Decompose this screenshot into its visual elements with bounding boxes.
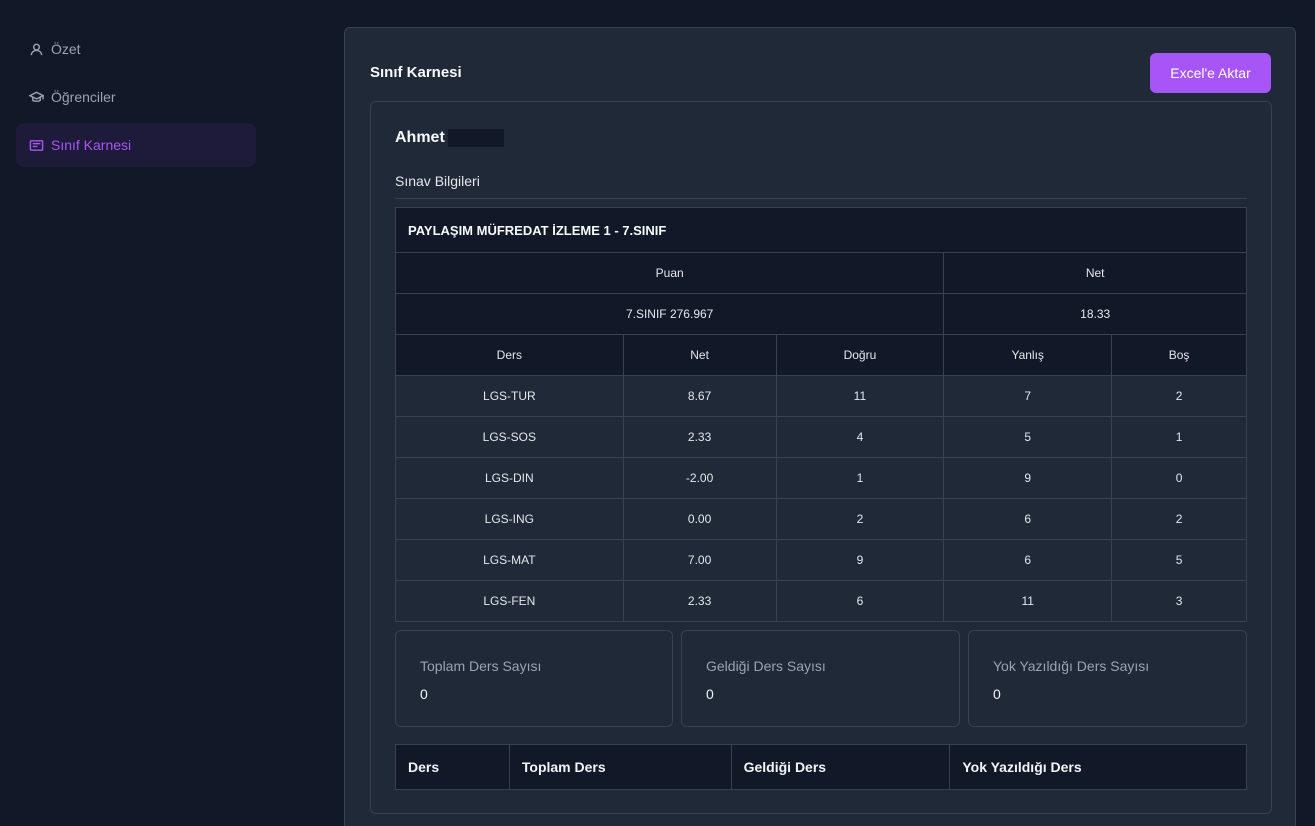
- stat-label: Geldiği Ders Sayısı: [706, 658, 826, 674]
- table-cell: 8.67: [622, 375, 777, 417]
- table-cell: 9: [943, 457, 1113, 499]
- table-cell: LGS-FEN: [395, 580, 624, 622]
- table-row: LGS-TUR 8.67 11 7 2: [395, 375, 1247, 417]
- stat-value: 0: [420, 686, 428, 702]
- table-cell: LGS-SOS: [395, 416, 624, 458]
- table-cell: 7: [943, 375, 1113, 417]
- table-cell: 6: [943, 539, 1113, 581]
- attendance-table: Ders Toplam Ders Geldiği Ders Yok Yazıld…: [395, 744, 1247, 790]
- stat-total-lessons: Toplam Ders Sayısı 0: [395, 630, 673, 727]
- table-cell: 2: [1111, 375, 1247, 417]
- student-name: Ahmet: [395, 129, 445, 146]
- table-cell: 11: [775, 375, 945, 417]
- user-icon: [28, 41, 44, 57]
- sidebar-item-label: Sınıf Karnesi: [51, 137, 132, 153]
- column-header-geldigi-ders: Geldiği Ders: [730, 744, 951, 790]
- sidebar: Özet Öğrenciler Sınıf Karnesi: [0, 0, 272, 826]
- exam-table: PAYLAŞIM MÜFREDAT İZLEME 1 - 7.SINIF Pua…: [394, 207, 1247, 622]
- table-row: LGS-FEN 2.33 6 11 3: [395, 580, 1247, 622]
- column-header-bos: Boş: [1111, 334, 1247, 376]
- table-cell: 4: [775, 416, 945, 458]
- column-header-yok-yazildigi-ders: Yok Yazıldığı Ders: [949, 744, 1247, 790]
- sidebar-item-ogrenciler[interactable]: Öğrenciler: [16, 75, 256, 119]
- net-value: 18.33: [943, 293, 1247, 335]
- column-header-ders: Ders: [395, 334, 624, 376]
- table-row: LGS-DIN -2.00 1 9 0: [395, 457, 1247, 499]
- column-header-toplam-ders: Toplam Ders: [508, 744, 732, 790]
- table-cell: -2.00: [622, 457, 777, 499]
- table-cell: 5: [1111, 539, 1247, 581]
- table-cell: 1: [775, 457, 945, 499]
- table-cell: LGS-DIN: [395, 457, 624, 499]
- table-cell: 5: [943, 416, 1113, 458]
- column-header-ders: Ders: [395, 744, 510, 790]
- stat-absent-lessons: Yok Yazıldığı Ders Sayısı 0: [968, 630, 1247, 727]
- table-cell: 1: [1111, 416, 1247, 458]
- column-header-yanlis: Yanlış: [943, 334, 1113, 376]
- table-row: LGS-MAT 7.00 9 6 5: [395, 539, 1247, 581]
- redacted-surname: [448, 129, 504, 147]
- net-header: Net: [943, 252, 1247, 294]
- table-row: LGS-SOS 2.33 4 5 1: [395, 416, 1247, 458]
- sidebar-item-ozet[interactable]: Özet: [16, 27, 256, 71]
- table-cell: 3: [1111, 580, 1247, 622]
- report-panel: Sınıf Karnesi Excel'e Aktar Ahmet Sınav …: [344, 27, 1296, 826]
- stat-label: Yok Yazıldığı Ders Sayısı: [993, 658, 1150, 674]
- column-header-dogru: Doğru: [775, 334, 945, 376]
- stat-label: Toplam Ders Sayısı: [420, 658, 542, 674]
- stat-value: 0: [706, 686, 714, 702]
- section-label: Sınav Bilgileri: [395, 173, 480, 189]
- table-row: LGS-ING 0.00 2 6 2: [395, 498, 1247, 540]
- table-cell: 2: [775, 498, 945, 540]
- student-card: Ahmet Sınav Bilgileri PAYLAŞIM MÜFREDAT …: [370, 101, 1272, 814]
- table-cell: LGS-TUR: [395, 375, 624, 417]
- table-cell: LGS-ING: [395, 498, 624, 540]
- table-cell: 7.00: [622, 539, 777, 581]
- exam-title: PAYLAŞIM MÜFREDAT İZLEME 1 - 7.SINIF: [395, 207, 1247, 253]
- stat-value: 0: [993, 686, 1001, 702]
- column-header-net: Net: [622, 334, 777, 376]
- stat-attended-lessons: Geldiği Ders Sayısı 0: [681, 630, 960, 727]
- sidebar-item-sinif-karnesi[interactable]: Sınıf Karnesi: [16, 123, 256, 167]
- graduation-cap-icon: [28, 89, 44, 105]
- table-cell: LGS-MAT: [395, 539, 624, 581]
- puan-value: 7.SINIF 276.967: [394, 293, 945, 335]
- page-title: Sınıf Karnesi: [370, 64, 462, 81]
- table-cell: 9: [775, 539, 945, 581]
- table-cell: 0.00: [622, 498, 777, 540]
- sidebar-item-label: Öğrenciler: [51, 89, 116, 105]
- export-excel-button[interactable]: Excel'e Aktar: [1150, 53, 1271, 93]
- divider: [395, 198, 1247, 199]
- table-cell: 2: [1111, 498, 1247, 540]
- table-cell: 6: [943, 498, 1113, 540]
- sidebar-item-label: Özet: [51, 41, 81, 57]
- table-cell: 11: [943, 580, 1113, 622]
- table-cell: 0: [1111, 457, 1247, 499]
- classroom-icon: [28, 137, 44, 153]
- table-cell: 6: [775, 580, 945, 622]
- table-cell: 2.33: [622, 580, 777, 622]
- puan-header: Puan: [394, 252, 945, 294]
- table-cell: 2.33: [622, 416, 777, 458]
